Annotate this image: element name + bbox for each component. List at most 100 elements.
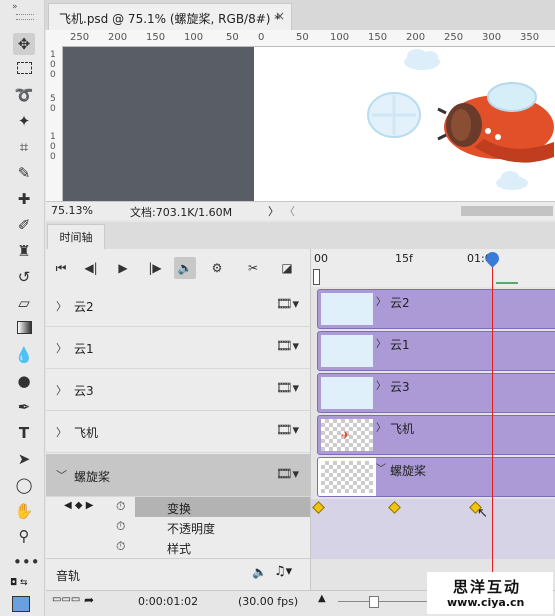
- film-strip-icon[interactable]: 🎞▾: [276, 339, 299, 354]
- status-bar: 75.13% 文档:703.1K/1.60M 〉 〈: [46, 201, 555, 220]
- zoom-slider-thumb[interactable]: [369, 596, 379, 608]
- horizontal-ruler: 250 200 150 100 50 0 50 100 150 200 250 …: [46, 30, 555, 47]
- chevron-right-icon[interactable]: 〉: [56, 382, 67, 398]
- ruler-tick: 300: [482, 32, 502, 43]
- clip-luoxuanjiang[interactable]: ﹀ 螺旋桨: [317, 457, 555, 497]
- chevron-right-icon[interactable]: 〉: [376, 377, 386, 392]
- ruler-tick: 0: [258, 32, 265, 43]
- clip-feiji[interactable]: ✈ 〉 飞机: [317, 415, 555, 455]
- layer-name: 飞机: [74, 426, 99, 440]
- panel-grip[interactable]: [16, 14, 34, 20]
- music-note-icon[interactable]: ♫▾: [274, 564, 292, 579]
- path-select-icon[interactable]: ➤: [13, 448, 35, 470]
- layer-row-feiji[interactable]: 〉 飞机 🎞▾: [46, 412, 310, 453]
- play-icon[interactable]: ▶: [112, 257, 134, 279]
- pen-icon[interactable]: ✒: [13, 396, 35, 418]
- scroll-left-arrow[interactable]: 〈: [284, 203, 295, 219]
- layer-row-luoxuanjiang[interactable]: ﹀ 螺旋桨 🎞▾: [46, 454, 310, 497]
- stopwatch-icon[interactable]: ⏱: [116, 499, 125, 514]
- zoom-level[interactable]: 75.13%: [51, 204, 93, 217]
- audio-track-row[interactable]: 音轨 🔈 ♫▾: [46, 558, 310, 589]
- eraser-icon[interactable]: ▱: [13, 292, 35, 314]
- gradient-icon[interactable]: [13, 318, 35, 340]
- layer-row-yun2[interactable]: 〉 云2 🎞▾: [46, 286, 310, 327]
- propeller-icon: [367, 92, 421, 138]
- settings-gear-icon[interactable]: ⚙: [206, 257, 228, 279]
- close-icon[interactable]: ×: [275, 9, 285, 23]
- blur-icon[interactable]: 💧: [13, 344, 35, 366]
- stopwatch-icon[interactable]: ⏱: [116, 519, 125, 534]
- audio-icon[interactable]: 🔈: [174, 257, 196, 279]
- mouse-cursor-icon: ↖: [477, 506, 488, 521]
- document-canvas[interactable]: [254, 47, 555, 201]
- hand-icon[interactable]: ✋: [13, 500, 35, 522]
- split-scissors-icon[interactable]: ✂: [242, 257, 264, 279]
- chevron-down-icon[interactable]: ﹀: [376, 460, 386, 475]
- timeline-controls: ⏮ ◀| ▶ |▶ 🔈 ⚙ ✂ ◪: [46, 249, 310, 286]
- work-area-start-handle[interactable]: [313, 269, 320, 285]
- stopwatch-icon[interactable]: ⏱: [116, 539, 125, 554]
- marquee-icon[interactable]: [13, 58, 35, 80]
- property-name: 样式: [167, 542, 192, 556]
- first-frame-icon[interactable]: ⏮: [50, 257, 72, 279]
- chevron-right-icon[interactable]: 〉: [56, 298, 67, 314]
- chevron-right-icon[interactable]: 〉: [56, 340, 67, 356]
- eyedropper-icon[interactable]: ✎: [13, 162, 35, 184]
- crop-icon[interactable]: ⌗: [13, 136, 35, 158]
- ruler-tick: 0: [50, 70, 56, 80]
- document-tab[interactable]: 飞机.psd @ 75.1% (螺旋桨, RGB/8#) * ×: [48, 3, 292, 31]
- audio-volume-icon[interactable]: 🔈: [252, 565, 267, 579]
- clip-yun2[interactable]: 〉 云2: [317, 289, 555, 329]
- property-row-opacity[interactable]: ⏱ 不透明度: [46, 517, 310, 537]
- clip-yun3[interactable]: 〉 云3: [317, 373, 555, 413]
- chevron-down-icon[interactable]: ﹀: [56, 467, 67, 483]
- zoom-slider[interactable]: [338, 601, 428, 602]
- ruler-tick: 150: [368, 32, 388, 43]
- layer-row-yun1[interactable]: 〉 云1 🎞▾: [46, 328, 310, 369]
- zoom-icon[interactable]: ⚲: [13, 525, 35, 547]
- clip-thumbnail: ✈: [321, 419, 373, 451]
- clip-thumbnail: [321, 335, 373, 367]
- previous-frame-icon[interactable]: ◀|: [80, 257, 102, 279]
- healing-icon[interactable]: ✚: [13, 188, 35, 210]
- chevron-right-icon[interactable]: 〉: [376, 335, 386, 350]
- ruler-tick: 50: [296, 32, 309, 43]
- keyframe-nav-icon[interactable]: ◀ ◆ ▶: [64, 500, 93, 511]
- chevron-right-icon[interactable]: 〉: [376, 293, 386, 308]
- horizontal-scrollbar[interactable]: [461, 206, 553, 216]
- more-icon[interactable]: •••: [13, 551, 40, 573]
- film-strip-icon[interactable]: 🎞▾: [276, 297, 299, 312]
- move-icon[interactable]: ✥: [13, 33, 35, 55]
- next-frame-icon[interactable]: |▶: [144, 257, 166, 279]
- dodge-icon[interactable]: ●: [13, 370, 35, 392]
- pasteboard[interactable]: [63, 47, 254, 201]
- frame-mode-icon[interactable]: ▭▭▭: [52, 594, 80, 605]
- layer-row-yun3[interactable]: 〉 云3 🎞▾: [46, 370, 310, 411]
- history-brush-icon[interactable]: ↺: [13, 266, 35, 288]
- status-menu-arrow[interactable]: 〉: [268, 203, 279, 219]
- type-icon[interactable]: T: [13, 422, 35, 444]
- chevron-right-icon[interactable]: 〉: [56, 424, 67, 440]
- lasso-icon[interactable]: ➰: [13, 84, 35, 106]
- property-row-style[interactable]: ⏱ 样式: [46, 537, 310, 557]
- film-strip-icon[interactable]: 🎞▾: [276, 467, 299, 482]
- time-label: 00: [314, 252, 328, 265]
- collapse-arrows-icon[interactable]: »: [12, 2, 18, 12]
- render-arrow-icon[interactable]: ➦: [84, 593, 94, 607]
- default-colors-icon[interactable]: ◘ ⇆: [10, 578, 28, 588]
- transition-icon[interactable]: ◪: [276, 257, 298, 279]
- brush-icon[interactable]: ✐: [13, 214, 35, 236]
- clip-yun1[interactable]: 〉 云1: [317, 331, 555, 371]
- film-strip-icon[interactable]: 🎞▾: [276, 381, 299, 396]
- timeline-tab[interactable]: 时间轴: [47, 224, 105, 250]
- ruler-tick: 250: [444, 32, 464, 43]
- time-ruler[interactable]: 00 15f 01:00: [310, 249, 555, 287]
- stamp-icon[interactable]: ♜: [13, 240, 35, 262]
- shape-icon[interactable]: ◯: [13, 474, 35, 496]
- foreground-color-swatch[interactable]: [12, 596, 30, 612]
- chevron-right-icon[interactable]: 〉: [376, 419, 386, 434]
- property-row-transform[interactable]: ◀ ◆ ▶ ⏱ 变换: [46, 497, 310, 517]
- magic-wand-icon[interactable]: ✦: [13, 110, 35, 132]
- film-strip-icon[interactable]: 🎞▾: [276, 423, 299, 438]
- zoom-out-mountain-icon[interactable]: ▲: [318, 593, 326, 604]
